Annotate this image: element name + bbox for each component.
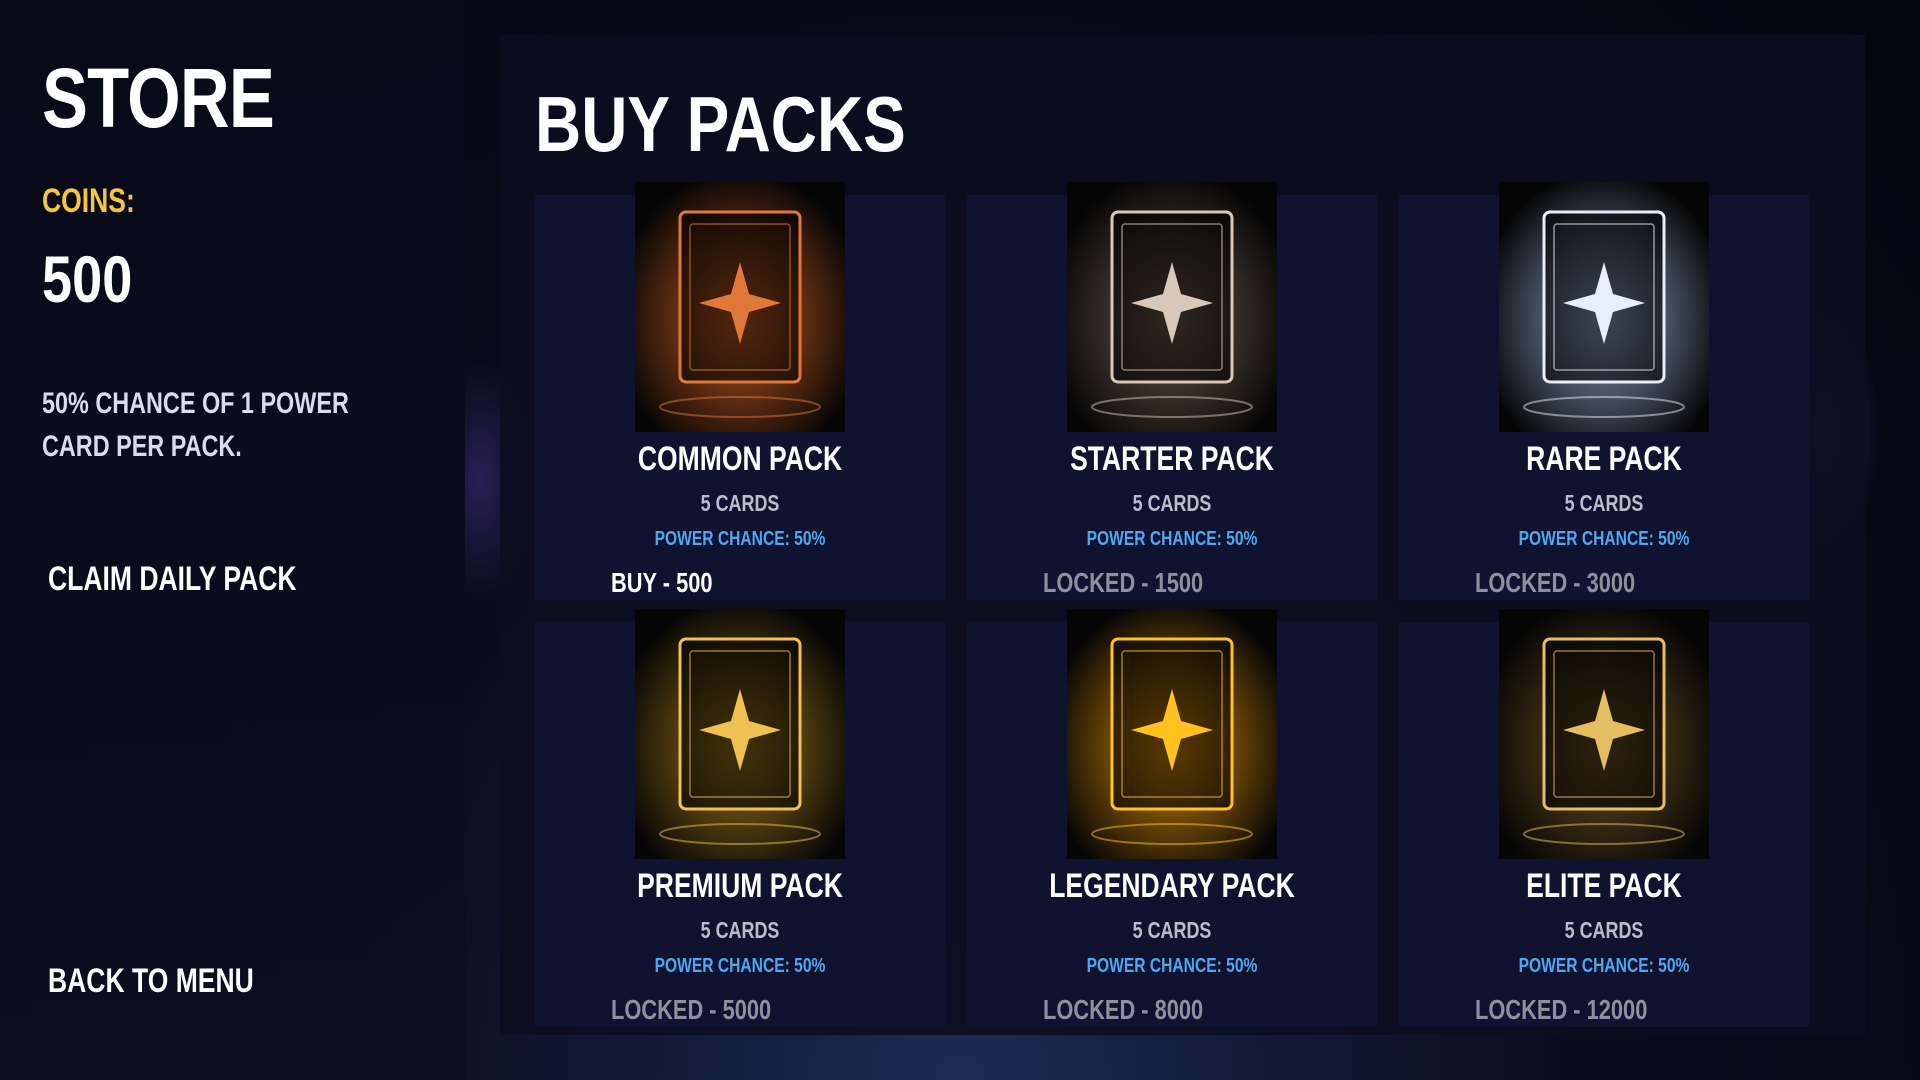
locked-pack-button[interactable]: LOCKED - 1500 [1043, 567, 1203, 599]
pack-image [635, 182, 845, 432]
pack-name: STARTER PACK [1070, 440, 1274, 478]
coins-label: COINS: [42, 182, 135, 220]
locked-pack-button[interactable]: LOCKED - 12000 [1475, 994, 1647, 1026]
pack-name: RARE PACK [1526, 440, 1682, 478]
pack-power-chance: POWER CHANCE: 50% [1518, 528, 1690, 550]
sidebar: STORE COINS: 500 50% CHANCE OF 1 POWER C… [0, 0, 465, 1080]
locked-pack-button[interactable]: LOCKED - 3000 [1475, 567, 1635, 599]
pack-power-chance: POWER CHANCE: 50% [1086, 955, 1258, 977]
coins-value: 500 [42, 242, 133, 316]
pack-power-chance: POWER CHANCE: 50% [1086, 528, 1258, 550]
buy-packs-title: BUY PACKS [535, 80, 906, 168]
pack-card: STARTER PACK 5 CARDS POWER CHANCE: 50% LOCK… [967, 182, 1377, 600]
pack-image [1499, 609, 1709, 859]
pack-name: COMMON PACK [637, 440, 843, 478]
locked-pack-button[interactable]: LOCKED - 5000 [611, 994, 771, 1026]
pack-name: PREMIUM PACK [637, 867, 843, 905]
pack-image [1499, 182, 1709, 432]
buy-pack-button[interactable]: BUY - 500 [611, 567, 713, 599]
pack-power-chance: POWER CHANCE: 50% [1518, 955, 1690, 977]
card-pack-icon [1499, 609, 1709, 859]
pack-name: LEGENDARY PACK [1049, 867, 1295, 905]
locked-pack-button[interactable]: LOCKED - 8000 [1043, 994, 1203, 1026]
pack-name: ELITE PACK [1526, 867, 1682, 905]
pack-card: PREMIUM PACK 5 CARDS POWER CHANCE: 50% LOCK… [535, 609, 945, 1027]
pack-power-chance: POWER CHANCE: 50% [654, 528, 826, 550]
pack-card-count: 5 CARDS [1564, 917, 1644, 943]
claim-daily-pack-button[interactable]: CLAIM DAILY PACK [48, 560, 297, 599]
pack-card: COMMON PACK 5 CARDS POWER CHANCE: 50% BUY -… [535, 182, 945, 600]
pack-card-count: 5 CARDS [1132, 490, 1212, 516]
pack-card-count: 5 CARDS [1564, 490, 1644, 516]
pack-image [1067, 182, 1277, 432]
pack-card: RARE PACK 5 CARDS POWER CHANCE: 50% LOCKED … [1399, 182, 1809, 600]
card-pack-icon [1499, 182, 1709, 432]
card-pack-icon [635, 182, 845, 432]
pack-card-count: 5 CARDS [700, 490, 780, 516]
pack-card-count: 5 CARDS [700, 917, 780, 943]
pack-image [1067, 609, 1277, 859]
store-title: STORE [42, 51, 275, 145]
pack-card: ELITE PACK 5 CARDS POWER CHANCE: 50% LOCKED… [1399, 609, 1809, 1027]
back-to-menu-button[interactable]: BACK TO MENU [48, 962, 254, 1001]
card-pack-icon [635, 609, 845, 859]
pack-card-count: 5 CARDS [1132, 917, 1212, 943]
pack-power-chance: POWER CHANCE: 50% [654, 955, 826, 977]
power-card-info: 50% CHANCE OF 1 POWER CARD PER PACK. [42, 387, 349, 463]
pack-card: LEGENDARY PACK 5 CARDS POWER CHANCE: 50% LO… [967, 609, 1377, 1027]
card-pack-icon [1067, 609, 1277, 859]
card-pack-icon [1067, 182, 1277, 432]
pack-image [635, 609, 845, 859]
